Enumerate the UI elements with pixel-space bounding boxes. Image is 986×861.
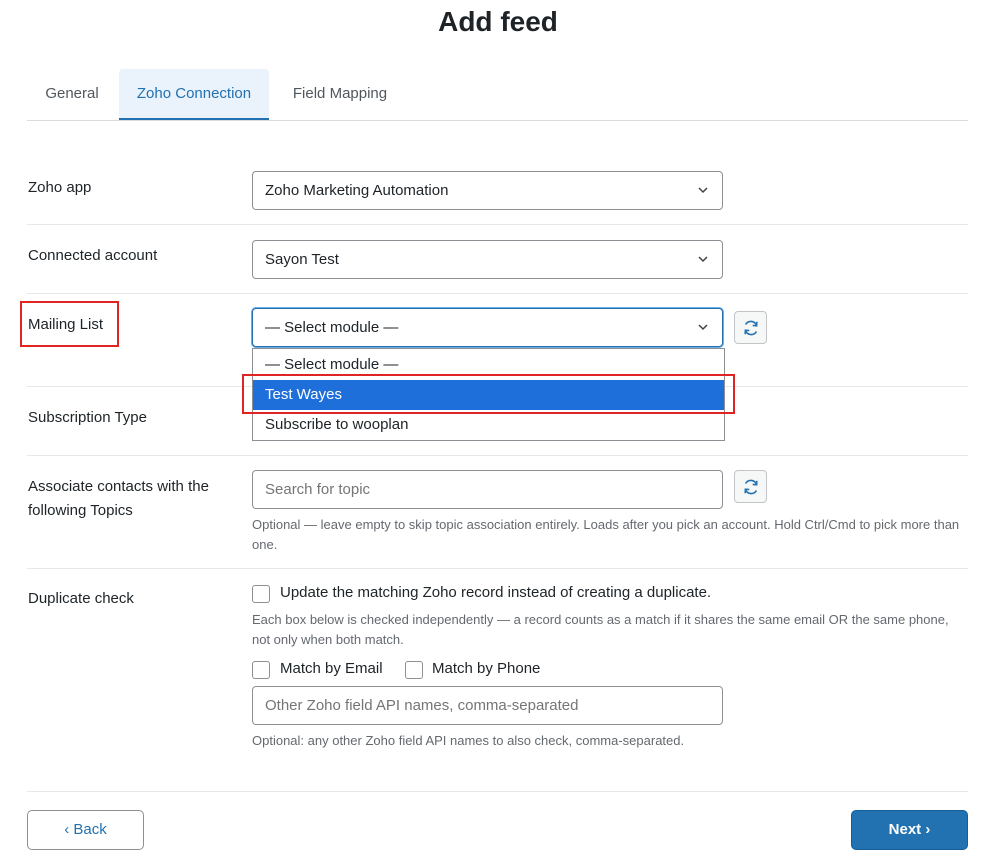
chevron-down-icon <box>698 256 708 263</box>
row-divider <box>27 224 968 225</box>
zoho-app-value: Zoho Marketing Automation <box>265 182 449 199</box>
tab-zoho-connection[interactable]: Zoho Connection <box>119 69 269 120</box>
dropdown-option[interactable]: — Select module — <box>253 350 724 380</box>
match-phone-label: Match by Phone <box>432 660 541 677</box>
next-button[interactable]: Next › <box>851 810 968 850</box>
connected-account-label: Connected account <box>28 247 158 264</box>
update-record-checkbox[interactable] <box>252 585 270 603</box>
zoho-app-label: Zoho app <box>28 179 92 196</box>
footer-divider <box>27 791 968 792</box>
zoho-app-select[interactable]: Zoho Marketing Automation <box>252 171 723 210</box>
refresh-icon <box>744 320 758 336</box>
refresh-mailing-list-button[interactable] <box>734 311 767 344</box>
mailing-list-label: Mailing List <box>28 316 104 333</box>
dropdown-option[interactable]: Subscribe to wooplan <box>253 410 724 440</box>
mailing-list-select[interactable]: — Select module — <box>252 308 723 347</box>
row-divider <box>27 568 968 569</box>
subscription-type-label: Subscription Type <box>28 409 147 426</box>
refresh-topics-button[interactable] <box>734 470 767 503</box>
topic-search-input[interactable]: Search for topic <box>252 470 723 509</box>
connected-account-select[interactable]: Sayon Test <box>252 240 723 279</box>
match-email-checkbox[interactable] <box>252 661 270 679</box>
tab-field-mapping[interactable]: Field Mapping <box>279 69 401 119</box>
topics-help-text: Optional — leave empty to skip topic ass… <box>252 517 960 552</box>
other-fields-input[interactable]: Other Zoho field API names, comma-separa… <box>252 686 723 725</box>
tab-bar: General Zoho Connection Field Mapping <box>27 69 968 121</box>
refresh-icon <box>744 479 758 495</box>
duplicate-check-label: Duplicate check <box>28 590 134 607</box>
page-title: Add feed <box>438 6 558 37</box>
row-divider <box>27 293 968 294</box>
chevron-down-icon <box>698 187 708 194</box>
connected-account-value: Sayon Test <box>265 251 339 268</box>
topics-label-line2: following Topics <box>28 502 133 519</box>
tab-general[interactable]: General <box>27 69 117 119</box>
match-email-label: Match by Email <box>280 660 383 677</box>
other-fields-help-text: Optional: any other Zoho field API names… <box>252 733 685 748</box>
mailing-list-value: — Select module — <box>265 319 399 336</box>
back-button[interactable]: ‹ Back <box>27 810 144 850</box>
update-record-label: Update the matching Zoho record instead … <box>280 584 712 601</box>
duplicate-help-text: Each box below is checked independently … <box>252 612 949 647</box>
topics-label-line1: Associate contacts with the <box>28 478 209 495</box>
row-divider <box>27 455 968 456</box>
chevron-down-icon <box>698 324 708 331</box>
match-phone-checkbox[interactable] <box>405 661 423 679</box>
mailing-list-dropdown: — Select module — Test Wayes Subscribe t… <box>252 348 725 441</box>
dropdown-option-selected[interactable]: Test Wayes <box>253 380 724 410</box>
